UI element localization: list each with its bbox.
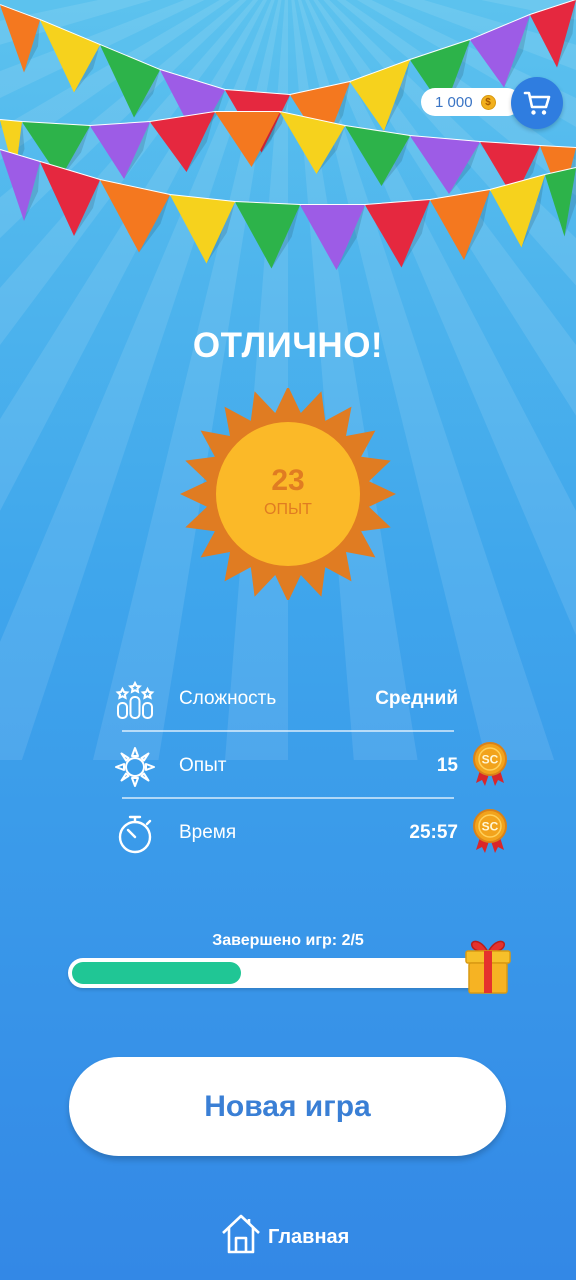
party-bunting-decoration	[0, 0, 576, 270]
stats-divider	[122, 730, 454, 732]
games-progress-bar	[68, 958, 498, 988]
difficulty-icon	[115, 680, 155, 719]
gift-icon[interactable]	[462, 934, 514, 996]
stats-divider	[122, 797, 454, 799]
stat-row-xp: Опыт 15 SC	[110, 733, 520, 799]
shopping-cart-icon	[523, 91, 551, 115]
games-progress-fill	[72, 962, 241, 984]
stat-row-time: Время 25:57 SC	[110, 800, 520, 866]
medal-icon: SC	[473, 809, 507, 853]
stopwatch-icon	[118, 815, 152, 854]
coin-balance-value: 1 000	[435, 93, 473, 111]
xp-total-value: 23	[271, 464, 305, 497]
result-title: ОТЛИЧНО!	[192, 326, 384, 365]
stat-value-difficulty: Средний	[375, 688, 458, 709]
stat-row-difficulty: Сложность Средний	[110, 666, 520, 732]
stat-label-time: Время	[179, 822, 237, 843]
new-game-button[interactable]: Новая игра	[69, 1057, 506, 1156]
stat-value-time: 25:57	[409, 822, 458, 843]
medal-text: SC	[482, 753, 499, 767]
medal-text: SC	[482, 820, 499, 834]
sun-icon	[115, 747, 155, 787]
home-link[interactable]: Главная	[220, 1210, 349, 1256]
home-icon	[222, 1214, 260, 1254]
coin-icon: $	[480, 94, 496, 110]
coin-balance-badge: 1 000 $	[421, 88, 521, 116]
stat-value-xp: 15	[436, 755, 458, 776]
shop-cart-button[interactable]	[511, 77, 563, 129]
xp-total-unit: ОПЫТ	[264, 501, 312, 518]
medal-icon: SC	[473, 742, 507, 786]
home-label: Главная	[268, 1225, 350, 1248]
stat-label-difficulty: Сложность	[179, 688, 277, 709]
stat-label-xp: Опыт	[179, 755, 227, 776]
